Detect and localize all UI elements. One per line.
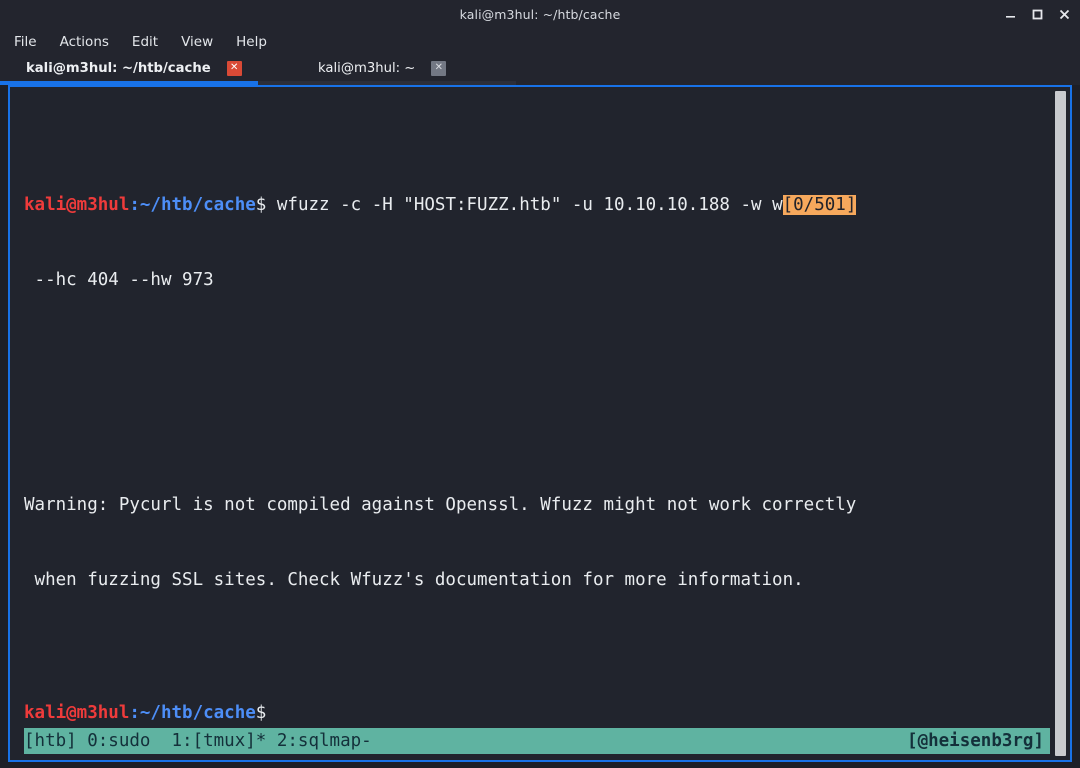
- menu-item-file[interactable]: File: [14, 34, 37, 50]
- tmux-windows-list: [htb] 0:sudo 1:[tmux]* 2:sqlmap-: [24, 731, 372, 751]
- window-title: kali@m3hul: ~/htb/cache: [459, 6, 621, 22]
- terminal-scrollbar[interactable]: [1050, 87, 1070, 760]
- maximize-icon[interactable]: [1031, 8, 1044, 21]
- tab-close-icon[interactable]: ✕: [431, 60, 447, 76]
- command-continuation-line: --hc 404 --hw 973: [24, 270, 214, 290]
- tab-label: kali@m3hul: ~/htb/cache: [26, 60, 211, 76]
- tab-close-icon[interactable]: ✕: [226, 60, 242, 76]
- terminal-frame: kali@m3hul:~/htb/cache$ wfuzz -c -H "HOS…: [8, 85, 1072, 762]
- window-controls: [1004, 0, 1071, 28]
- menu-item-view[interactable]: View: [181, 34, 213, 50]
- terminal-window: kali@m3hul: ~/htb/cache File Actions Edi…: [0, 0, 1080, 768]
- tab-bar: kali@m3hul: ~/htb/cache ✕ kali@m3hul: ~ …: [0, 55, 1080, 85]
- title-bar: kali@m3hul: ~/htb/cache: [0, 0, 1080, 28]
- warning-line-2: when fuzzing SSL sites. Check Wfuzz's do…: [24, 570, 804, 590]
- scrollbar-thumb[interactable]: [1054, 91, 1066, 756]
- terminal-text: kali@m3hul:~/htb/cache$ wfuzz -c -H "HOS…: [24, 93, 1050, 760]
- tmux-session-tag: [@heisenb3rg]: [907, 731, 1044, 751]
- prompt-path: :~/htb/cache: [129, 703, 256, 723]
- menu-item-actions[interactable]: Actions: [60, 34, 109, 50]
- tab-label: kali@m3hul: ~: [318, 60, 416, 76]
- prompt-dollar: $: [255, 703, 267, 723]
- progress-counter-badge: [0/501]: [782, 195, 857, 215]
- bottom-prompt-line: kali@m3hul:~/htb/cache$: [24, 701, 266, 726]
- prompt-path: :~/htb/cache: [129, 195, 256, 215]
- tab-home[interactable]: kali@m3hul: ~ ✕: [258, 55, 516, 85]
- menu-bar: File Actions Edit View Help: [0, 28, 1080, 55]
- tab-htb-cache[interactable]: kali@m3hul: ~/htb/cache ✕: [0, 55, 258, 85]
- close-icon[interactable]: [1058, 8, 1071, 21]
- menu-item-help[interactable]: Help: [236, 34, 267, 50]
- menu-item-edit[interactable]: Edit: [132, 34, 158, 50]
- command-prompt-line: kali@m3hul:~/htb/cache$ wfuzz -c -H "HOS…: [24, 193, 1050, 218]
- command-text: wfuzz -c -H "HOST:FUZZ.htb" -u 10.10.10.…: [266, 195, 783, 215]
- warning-line-1: Warning: Pycurl is not compiled against …: [24, 495, 857, 515]
- terminal-area: kali@m3hul:~/htb/cache$ wfuzz -c -H "HOS…: [0, 85, 1080, 768]
- prompt-user: kali@m3hul: [24, 195, 130, 215]
- prompt-user: kali@m3hul: [24, 703, 130, 723]
- prompt-dollar: $: [255, 195, 267, 215]
- tmux-status-bar: [htb] 0:sudo 1:[tmux]* 2:sqlmap- [@heise…: [24, 728, 1050, 754]
- minimize-icon[interactable]: [1004, 8, 1017, 21]
- terminal-output[interactable]: kali@m3hul:~/htb/cache$ wfuzz -c -H "HOS…: [10, 87, 1050, 760]
